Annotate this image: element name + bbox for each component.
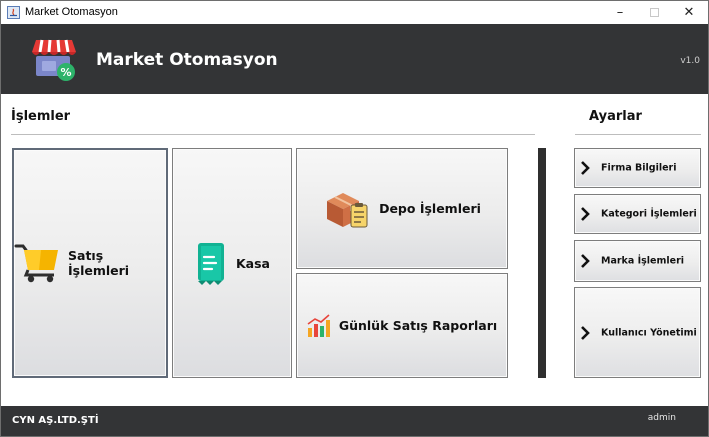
svg-text:%: % [60, 66, 71, 79]
satis-islemleri-button[interactable]: Satış İşlemleri [12, 148, 168, 378]
current-user: admin [647, 413, 676, 423]
chevron-right-icon [581, 254, 590, 268]
version-label: v1.0 [680, 56, 700, 66]
chevron-right-icon [581, 161, 590, 175]
kullanici-yonetimi-button[interactable]: Kullanıcı Yönetimi [574, 287, 701, 378]
app-header: % Market Otomasyon v1.0 [1, 24, 708, 94]
company-name: CYN AŞ.LTD.ŞTİ [12, 415, 99, 426]
kategori-islemleri-label: Kategori İşlemleri [601, 208, 697, 220]
window-title: Market Otomasyon [25, 6, 118, 18]
kasa-button[interactable]: Kasa [172, 148, 292, 378]
minimize-button[interactable]: – [603, 1, 637, 24]
chevron-right-icon [581, 325, 590, 340]
market-shop-icon: % [32, 39, 76, 81]
firma-bilgileri-label: Firma Bilgileri [601, 162, 677, 174]
minimize-icon: – [616, 5, 624, 20]
close-button[interactable]: ✕ [672, 1, 706, 24]
java-app-icon [7, 6, 20, 19]
gunluk-satis-raporlari-label: Günlük Satış Raporları [338, 318, 498, 333]
maximize-icon [649, 8, 659, 17]
maximize-button[interactable] [637, 1, 671, 24]
close-icon: ✕ [683, 5, 695, 20]
marka-islemleri-button[interactable]: Marka İşlemleri [574, 240, 701, 282]
section-separator-ayarlar [575, 134, 701, 135]
section-title-islemler: İşlemler [11, 109, 71, 124]
depo-islemleri-label: Depo İşlemleri [379, 201, 481, 216]
box-clipboard-icon [327, 192, 368, 227]
chevron-right-icon [581, 207, 590, 221]
kategori-islemleri-button[interactable]: Kategori İşlemleri [574, 194, 701, 234]
app-title: Market Otomasyon [96, 50, 278, 70]
firma-bilgileri-button[interactable]: Firma Bilgileri [574, 148, 701, 188]
vertical-divider [538, 148, 546, 378]
application-window: Market Otomasyon – ✕ % Market Otomasyon … [0, 0, 709, 437]
shopping-cart-icon [14, 244, 58, 283]
kullanici-yonetimi-label: Kullanıcı Yönetimi [601, 327, 697, 338]
kasa-label: Kasa [236, 255, 270, 271]
status-footer: CYN AŞ.LTD.ŞTİ admin [1, 406, 708, 436]
receipt-icon [198, 243, 224, 285]
depo-islemleri-button[interactable]: Depo İşlemleri [296, 148, 508, 269]
satis-islemleri-label: Satış İşlemleri [68, 248, 130, 278]
title-bar[interactable]: Market Otomasyon – ✕ [1, 1, 708, 24]
marka-islemleri-label: Marka İşlemleri [601, 255, 685, 267]
bar-chart-icon [307, 313, 330, 337]
section-separator-islemler [11, 134, 535, 135]
section-title-ayarlar: Ayarlar [589, 109, 642, 124]
gunluk-satis-raporlari-button[interactable]: Günlük Satış Raporları [296, 273, 508, 378]
